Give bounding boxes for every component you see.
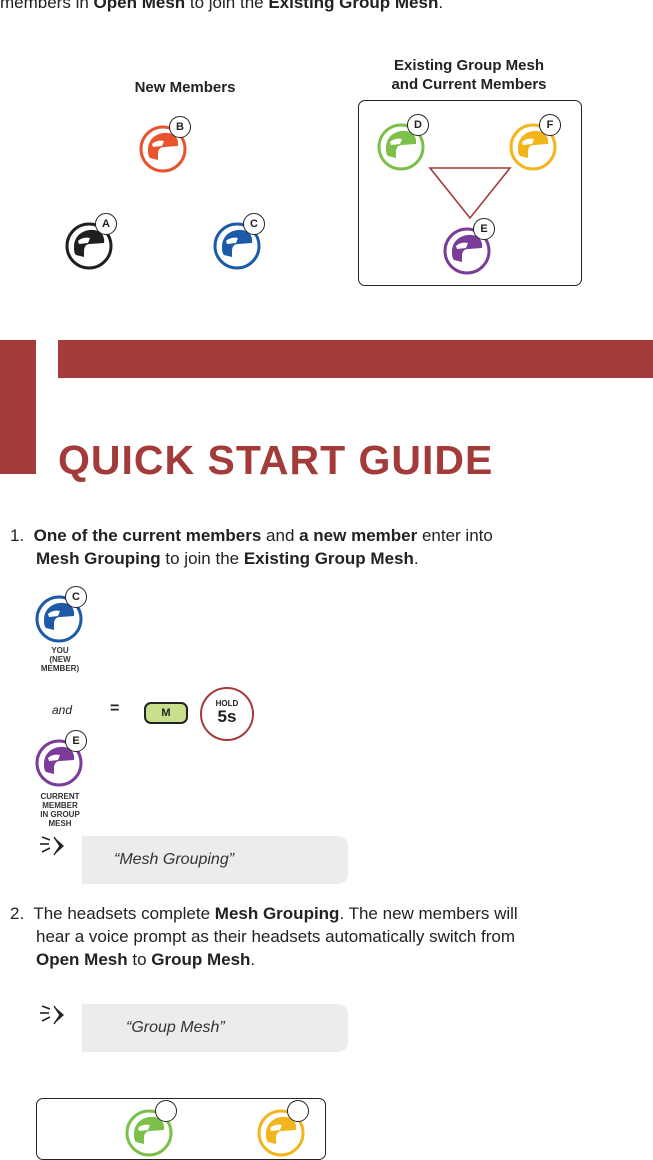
helmet-d-icon: D	[376, 114, 430, 172]
m-button-icon: M	[144, 702, 188, 724]
helmet-current-e-icon: E	[34, 730, 88, 788]
helmet-id-badge: E	[473, 218, 495, 240]
and-text: and	[52, 703, 73, 717]
current-member-label: CURRENT MEMBER IN GROUP MESH	[40, 792, 80, 828]
you-new-member-label: YOU (NEW MEMBER)	[40, 646, 80, 673]
helmet-e-icon: E	[442, 218, 496, 276]
voice-prompt-mesh-grouping: “Mesh Grouping”	[82, 836, 348, 884]
helmet-d-icon	[124, 1100, 178, 1158]
helmet-id-badge: B	[169, 116, 191, 138]
helmet-you-c-icon: C	[34, 586, 88, 644]
helmet-f-icon	[256, 1100, 310, 1158]
helmet-id-badge: C	[65, 586, 87, 608]
banner-top-bar	[58, 340, 653, 378]
helmet-id-badge: F	[539, 114, 561, 136]
helmet-b-icon: B	[138, 116, 192, 174]
helmet-c-icon: C	[212, 213, 266, 271]
equals-sign: =	[110, 700, 120, 717]
step1-text: 1. One of the current members and a new …	[10, 526, 493, 568]
helmet-id-badge: D	[407, 114, 429, 136]
voice-prompt-group-mesh: “Group Mesh”	[82, 1004, 348, 1052]
step2-text: 2. The headsets complete Mesh Grouping. …	[10, 904, 518, 969]
helmet-id-badge: C	[243, 213, 265, 235]
speaker-icon	[40, 836, 64, 856]
page-title: QUICK START GUIDE	[58, 437, 494, 483]
speaker-icon	[40, 1005, 64, 1025]
new-members-title: New Members	[134, 79, 236, 96]
helmet-id-badge: A	[95, 213, 117, 235]
helmet-id-badge: E	[65, 730, 87, 752]
helmet-f-icon: F	[508, 114, 562, 172]
hold-5s-icon: HOLD 5s	[200, 687, 254, 741]
banner-side-bar	[0, 340, 36, 474]
existing-group-title: Existing Group Mesh and Current Members	[391, 57, 547, 93]
helmet-a-icon: A	[64, 213, 118, 271]
intro-text: members in Open Mesh to join the Existin…	[0, 0, 444, 12]
helmet-id-badge	[287, 1100, 309, 1122]
helmet-id-badge	[155, 1100, 177, 1122]
